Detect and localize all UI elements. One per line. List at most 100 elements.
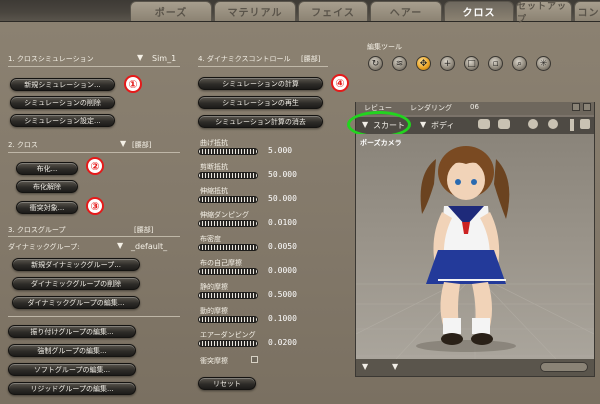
scale-icon[interactable]: □ [464,56,479,71]
callout-badge-2: ② [86,157,104,175]
tab-render[interactable]: レンダリング [410,103,452,113]
param-dial[interactable] [198,268,258,275]
param-dial[interactable] [198,172,258,179]
play-simulation-button[interactable]: シミュレーションの再生 [198,96,323,109]
edit-tools-label: 編集ツール [367,43,402,51]
param-value[interactable]: 0.0000 [268,266,297,275]
param-label: 曲げ抵抗 [200,139,228,147]
param-value[interactable]: 5.000 [268,146,292,155]
divider [8,236,180,237]
cloth-figure-arrow[interactable]: ▼ [120,139,126,148]
param-value[interactable]: 0.0050 [268,242,297,251]
section-dynamics-controls: 4. ダイナミクスコントロール [198,55,291,63]
param-dial[interactable] [198,244,258,251]
delete-dynamic-group-button[interactable]: ダイナミックグループの削除 [12,277,140,290]
tab-material[interactable]: マテリアル [214,1,296,21]
edit-constrained-group-button[interactable]: 強制グループの編集... [8,344,136,357]
edit-dynamic-group-button[interactable]: ダイナミックグループの編集... [12,296,140,309]
figure-menu[interactable]: ボディ [431,120,454,131]
collision-objects-button[interactable]: 衝突対象... [16,201,78,214]
simulation-settings-button[interactable]: シミュレーション設定... [10,114,115,127]
group-figure-label: [腰部] [134,226,154,234]
section-cloth: 2. クロス [8,141,38,149]
tab-cloth[interactable]: クロス [444,1,514,21]
section-cloth-simulation: 1. クロスシミュレーション [8,55,94,63]
param-dial[interactable] [198,196,258,203]
divider [8,152,180,153]
section-cloth-group: 3. クロスグループ [8,226,66,234]
sim-dropdown-arrow[interactable]: ▼ [137,53,143,62]
callout-badge-4: ④ [331,74,349,92]
param-label: エアーダンピング [200,331,256,339]
divider [8,66,180,67]
calculate-simulation-button[interactable]: シミュレーションの計算 [198,77,323,90]
param-value[interactable]: 0.1000 [268,314,297,323]
taper-icon[interactable]: ▫ [488,56,503,71]
close-icon[interactable] [583,103,591,111]
cloth-figure-label[interactable]: [腰部] [132,140,151,150]
divider [8,316,180,317]
direct-manipulation-icon[interactable]: ✳ [536,56,551,71]
delete-simulation-button[interactable]: シミュレーションの削除 [10,96,115,109]
display-style-icon[interactable] [548,119,558,129]
new-dynamic-group-button[interactable]: 新規ダイナミックグループ... [12,258,140,271]
camera-pan-icon[interactable] [498,119,510,129]
tab-06[interactable]: 06 [470,103,479,111]
param-dial[interactable] [198,340,258,347]
translate-in-out-icon[interactable]: + [440,56,455,71]
viewport-menu-arrow[interactable]: ▼ [362,362,368,371]
param-dial[interactable] [198,316,258,323]
edit-choreographed-group-button[interactable]: 振り付けグループの編集... [8,325,136,338]
param-label: 伸縮ダンピング [200,211,249,219]
param-value[interactable]: 50.000 [268,170,297,179]
param-dial[interactable] [198,220,258,227]
edit-soft-group-button[interactable]: ソフトグループの編集... [8,363,136,376]
param-label: 布密度 [200,235,221,243]
twist-icon[interactable]: ≋ [392,56,407,71]
camera-label: ポーズカメラ [360,139,402,147]
edit-rigid-group-button[interactable]: リジッドグループの編集... [8,382,136,395]
tab-content[interactable]: コンテ [574,1,600,21]
param-value[interactable]: 0.0100 [268,218,297,227]
param-label: 伸縮抵抗 [200,187,228,195]
param-label: 静的摩擦 [200,283,228,291]
maximize-icon[interactable] [572,103,580,111]
new-simulation-button[interactable]: 新規シミュレーション... [10,78,115,91]
translate-icon[interactable]: ✥ [416,56,431,71]
divider [198,66,328,67]
tab-face[interactable]: フェイス [298,1,368,21]
clear-simulation-button[interactable]: シミュレーション計算の消去 [198,115,323,128]
callout-badge-1: ① [124,75,142,93]
tab-hair[interactable]: ヘアー [370,1,442,21]
view-magnifier-icon[interactable]: ⌕ [512,56,527,71]
viewport-options-arrow[interactable]: ▼ [392,362,398,371]
tab-setup[interactable]: セットアップ [516,1,572,25]
collision-friction-checkbox[interactable] [251,356,258,363]
callout-badge-3: ③ [86,197,104,215]
figure-menu-arrow[interactable]: ▼ [420,120,426,129]
camera-dolly-icon[interactable] [478,119,490,129]
param-dial[interactable] [198,292,258,299]
rotate-icon[interactable]: ↻ [368,56,383,71]
param-value[interactable]: 0.5000 [268,290,297,299]
reset-button[interactable]: リセット [198,377,256,390]
slider-handle-icon[interactable] [570,119,574,131]
param-value[interactable]: 50.000 [268,194,297,203]
param-label: 剪断抵抗 [200,163,228,171]
dynamic-group-label: ダイナミックグループ: [8,243,80,251]
param-value[interactable]: 0.0200 [268,338,297,347]
ground-shadow-toggle[interactable] [540,362,588,372]
param-dial[interactable] [198,148,258,155]
tab-pose[interactable]: ポーズ [130,1,212,21]
param-label: 布の自己摩擦 [200,259,242,267]
light-icon[interactable] [528,119,538,129]
param-label: 動的摩擦 [200,307,228,315]
unclothify-button[interactable]: 布化解除 [16,180,78,193]
options-icon[interactable] [580,119,590,129]
clothify-button[interactable]: 布化... [16,162,78,175]
dynamic-group-dropdown[interactable]: _default_ [131,242,167,251]
sim-dropdown[interactable]: Sim_1 [152,54,176,63]
dynamic-group-arrow[interactable]: ▼ [117,241,123,250]
scene-view[interactable] [356,134,594,359]
dynamics-figure-label: [腰部] [301,55,321,63]
